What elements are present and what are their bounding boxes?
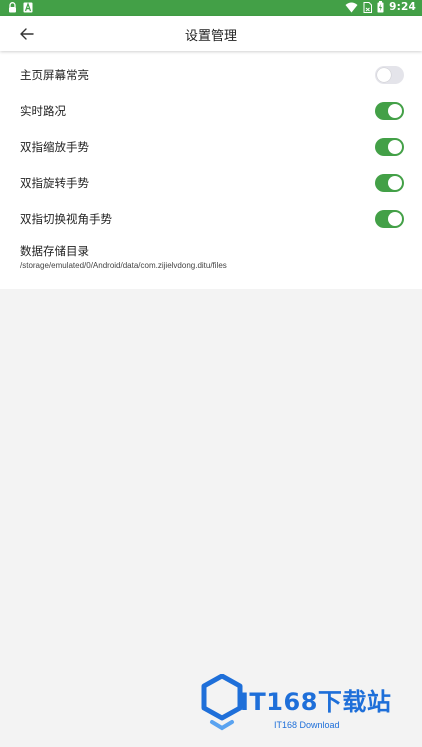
storage-directory-item[interactable]: 数据存储目录 /storage/emulated/0/Android/data/…: [0, 237, 422, 279]
setting-row-screen-on: 主页屏幕常亮: [0, 57, 422, 93]
lock-icon: [8, 2, 17, 13]
setting-row-rotate: 双指旋转手势: [0, 165, 422, 201]
watermark: IT168下载站 IT168 Download: [200, 672, 415, 737]
status-bar: 9:24: [0, 0, 422, 16]
watermark-main-text: IT168下载站: [240, 688, 392, 716]
toggle-knob: [388, 104, 402, 118]
status-time: 9:24: [389, 1, 416, 13]
toggle-knob: [388, 212, 402, 226]
wifi-icon: [345, 2, 358, 13]
settings-list: 主页屏幕常亮 实时路况 双指缩放手势 双指旋转手势 双指切换视角手势 数据存储目…: [0, 51, 422, 289]
storage-title: 数据存储目录: [20, 244, 89, 258]
toggle-knob: [388, 140, 402, 154]
traffic-toggle[interactable]: [375, 102, 404, 120]
page-title: 设置管理: [184, 29, 237, 44]
pinch-zoom-toggle[interactable]: [375, 138, 404, 156]
toggle-knob: [377, 68, 391, 82]
app-bar: 设置管理: [0, 16, 422, 51]
it168-logo-icon: [200, 673, 244, 738]
sim-icon: [363, 1, 373, 13]
status-right-icons: 9:24: [345, 1, 416, 13]
setting-label: 实时路况: [20, 104, 66, 118]
storage-path: /storage/emulated/0/Android/data/com.zij…: [20, 261, 227, 270]
setting-label: 主页屏幕常亮: [20, 68, 89, 82]
setting-label: 双指缩放手势: [20, 140, 89, 154]
setting-row-traffic: 实时路况: [0, 93, 422, 129]
rotate-toggle[interactable]: [375, 174, 404, 192]
setting-label: 双指旋转手势: [20, 176, 89, 190]
setting-row-tilt: 双指切换视角手势: [0, 201, 422, 237]
battery-icon: [377, 1, 384, 13]
setting-row-pinch-zoom: 双指缩放手势: [0, 129, 422, 165]
setting-label: 双指切换视角手势: [20, 212, 112, 226]
status-left-icons: [8, 2, 33, 13]
tilt-toggle[interactable]: [375, 210, 404, 228]
toggle-knob: [388, 176, 402, 190]
a-icon: [23, 2, 33, 13]
screen-on-toggle[interactable]: [375, 66, 404, 84]
watermark-sub-text: IT168 Download: [274, 720, 340, 730]
